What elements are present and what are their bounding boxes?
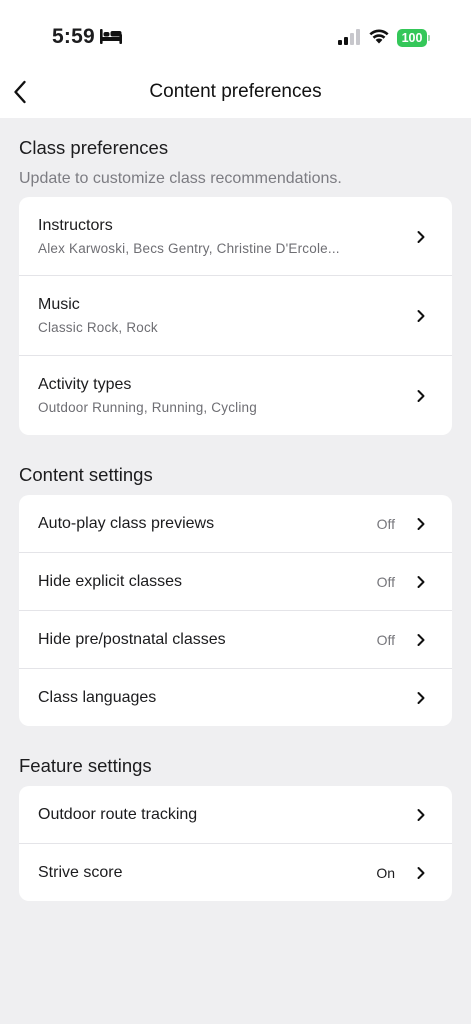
chevron-right-icon (417, 576, 425, 588)
status-bar: 5:59 100 (0, 0, 471, 66)
row-class-languages[interactable]: Class languages (19, 669, 452, 726)
battery-cap (428, 35, 430, 41)
chevron-right-icon (417, 231, 425, 243)
section-title-content-settings: Content settings (19, 464, 153, 485)
chevron-right-icon (417, 809, 425, 821)
row-auto-play-previews[interactable]: Auto-play class previews Off (19, 495, 452, 553)
chevron-right-icon (417, 634, 425, 646)
signal-icon (338, 29, 360, 45)
row-label: Instructors (38, 217, 113, 234)
row-music[interactable]: Music Classic Rock, Rock (19, 276, 452, 356)
row-label: Strive score (38, 864, 123, 881)
chevron-right-icon (417, 310, 425, 322)
navigation-bar: Content preferences (0, 66, 471, 118)
row-label: Class languages (38, 689, 157, 706)
row-label: Outdoor route tracking (38, 806, 198, 823)
row-outdoor-route-tracking[interactable]: Outdoor route tracking (19, 786, 452, 844)
row-strive-score[interactable]: Strive score On (19, 844, 452, 901)
section-title-feature-settings: Feature settings (19, 755, 152, 776)
row-value: Off (376, 574, 395, 590)
chevron-right-icon (417, 518, 425, 530)
page-title: Content preferences (149, 81, 322, 102)
row-label: Activity types (38, 376, 132, 393)
status-time: 5:59 (52, 25, 95, 48)
row-value: On (376, 865, 395, 881)
row-detail: Alex Karwoski, Becs Gentry, Christine D'… (38, 241, 340, 256)
chevron-right-icon (417, 692, 425, 704)
row-detail: Outdoor Running, Running, Cycling (38, 400, 257, 415)
chevron-right-icon (417, 867, 425, 879)
row-label: Music (38, 296, 80, 313)
row-activity-types[interactable]: Activity types Outdoor Running, Running,… (19, 356, 452, 435)
content-settings-card: Auto-play class previews Off Hide explic… (19, 495, 452, 726)
class-preferences-card: Instructors Alex Karwoski, Becs Gentry, … (19, 197, 452, 435)
row-value: Off (376, 516, 395, 532)
battery-indicator: 100 (397, 29, 430, 47)
battery-level: 100 (397, 29, 427, 47)
row-label: Hide explicit classes (38, 573, 183, 590)
section-title-class-preferences: Class preferences (19, 137, 169, 158)
bed-icon (100, 29, 122, 44)
row-label: Hide pre/postnatal classes (38, 631, 226, 648)
row-hide-explicit[interactable]: Hide explicit classes Off (19, 553, 452, 611)
chevron-right-icon (417, 390, 425, 402)
row-detail: Classic Rock, Rock (38, 320, 158, 335)
wifi-icon (369, 29, 389, 44)
section-subtitle-class-preferences: Update to customize class recommendation… (19, 170, 342, 187)
row-value: Off (376, 632, 395, 648)
feature-settings-card: Outdoor route tracking Strive score On (19, 786, 452, 901)
row-hide-prenatal[interactable]: Hide pre/postnatal classes Off (19, 611, 452, 669)
row-instructors[interactable]: Instructors Alex Karwoski, Becs Gentry, … (19, 197, 452, 276)
row-label: Auto-play class previews (38, 515, 215, 532)
